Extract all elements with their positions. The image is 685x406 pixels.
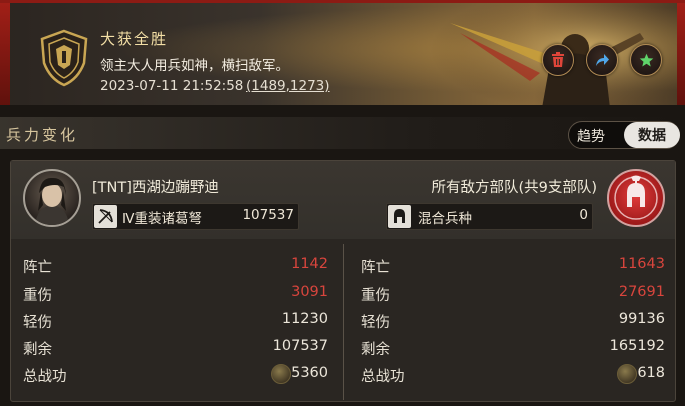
enemy-stat-remaining: 剩余 165192 [361,338,671,358]
stat-label: 剩余 [361,342,390,358]
stat-value: 99136 [618,311,665,327]
share-arrow-icon [596,54,609,66]
merit-icon [271,364,291,384]
enemy-troop-type: 混合兵种 [418,211,472,227]
result-subtitle: 领主大人用兵如神，横扫敌军。 [100,58,289,74]
player-troop-type: Ⅳ重装诸葛弩 [122,211,202,227]
enemy-troop-count: 0 [579,207,588,223]
battle-datetime: 2023-07-11 21:52:58 [100,78,244,94]
enemy-stat-lightly-wounded: 轻伤 99136 [361,311,671,331]
player-stat-severely-wounded: 重伤 3091 [23,284,333,304]
stat-label: 轻伤 [361,315,390,331]
stat-value: 618 [637,365,665,381]
stat-value: 1142 [291,256,328,272]
stat-label: 重伤 [23,288,52,304]
share-button[interactable] [586,44,618,76]
enemy-name: 所有敌方部队(共9支部队) [431,180,597,196]
merit-icon [617,364,637,384]
enemy-stat-killed: 阵亡 11643 [361,256,671,276]
battle-coordinates-link[interactable]: (1489,1273) [246,78,330,94]
tab-data[interactable]: 数据 [624,122,680,148]
favorite-button[interactable] [630,44,662,76]
player-stat-remaining: 剩余 107537 [23,338,333,358]
star-icon [639,53,653,66]
enemy-stat-severely-wounded: 重伤 27691 [361,284,671,304]
player-stat-lightly-wounded: 轻伤 11230 [23,311,333,331]
stat-value: 11230 [281,311,328,327]
stat-label: 重伤 [361,288,390,304]
section-title: 兵力变化 [6,126,79,144]
trash-icon [552,52,564,67]
column-divider [343,244,344,400]
commander-portrait-icon [35,177,69,225]
stat-value: 3091 [291,284,328,300]
stat-label: 剩余 [23,342,52,358]
result-title: 大获全胜 [100,30,169,48]
player-troop-count: 107537 [242,207,294,223]
stat-value: 107537 [272,338,328,354]
delete-button[interactable] [542,44,574,76]
stat-label: 阵亡 [361,260,390,276]
battle-result-banner: 大获全胜 领主大人用兵如神，横扫敌军。 2023-07-11 21:52:58 … [0,0,685,105]
crossbow-icon [98,209,113,224]
victory-shield-emblem-icon [40,29,88,87]
tab-trend[interactable]: 趋势 [577,126,605,146]
stat-value: 165192 [609,338,665,354]
stat-value: 11643 [618,256,665,272]
helmet-icon [394,209,405,223]
player-stat-killed: 阵亡 1142 [23,256,333,276]
enemy-troop-type-badge [388,205,411,228]
stat-label: 总战功 [23,369,67,385]
spartan-helmet-icon [614,175,658,220]
stat-value: 27691 [618,284,665,300]
player-troop-type-badge [94,205,117,228]
stat-label: 总战功 [361,369,405,385]
player-avatar[interactable] [23,169,81,227]
enemy-avatar[interactable] [607,169,665,227]
stat-label: 阵亡 [23,260,52,276]
stat-label: 轻伤 [23,315,52,331]
player-name: [TNT]西湖边蹦野迪 [92,180,219,196]
